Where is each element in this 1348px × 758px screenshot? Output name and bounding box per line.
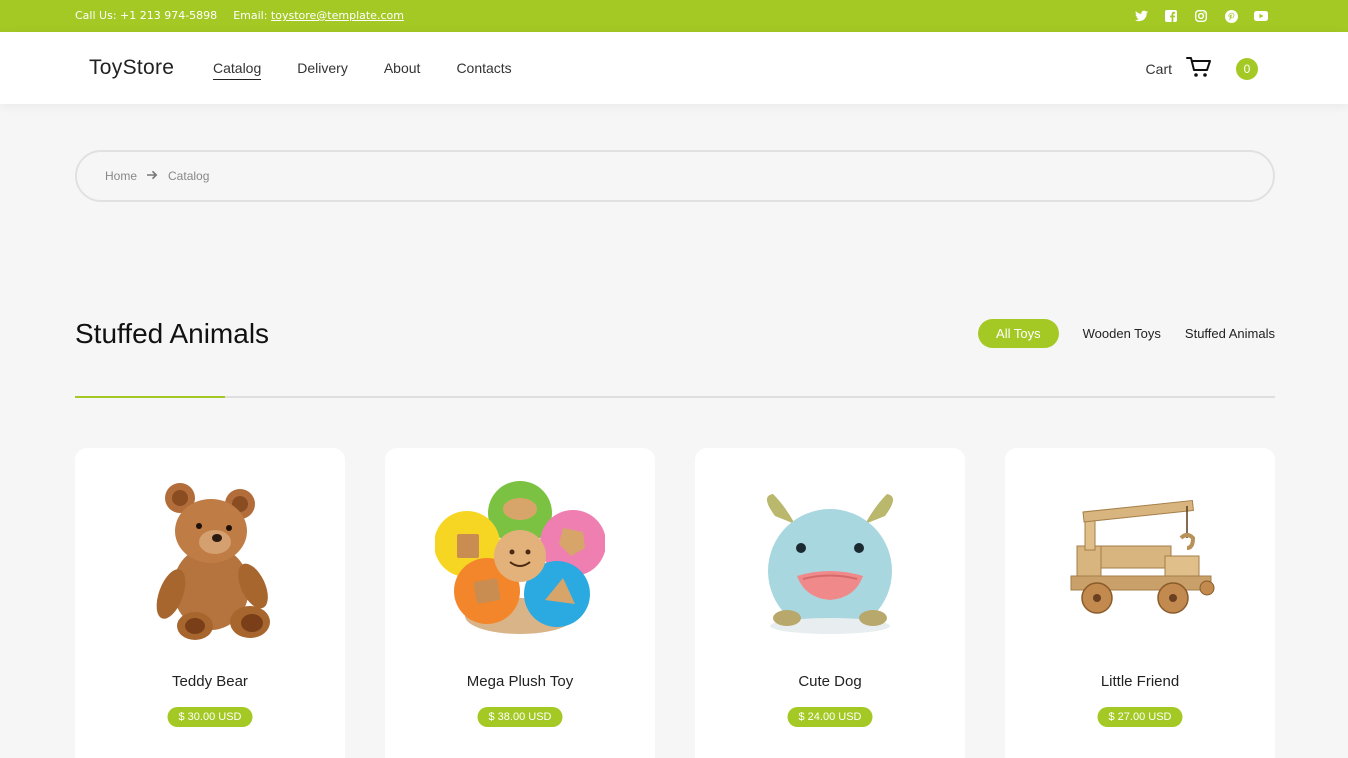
arrow-right-icon [147, 169, 158, 183]
email-text: Email: toystore@template.com [233, 9, 404, 22]
nav-item-contacts[interactable]: Contacts [456, 60, 511, 80]
shopping-cart-icon[interactable] [1186, 56, 1212, 81]
top-bar: Call Us: +1 213 974-5898 Email: toystore… [0, 0, 1348, 32]
breadcrumb-home[interactable]: Home [105, 169, 137, 183]
cart-label[interactable]: Cart [1146, 61, 1172, 77]
product-card[interactable]: Cute Dog $ 24.00 USD [695, 448, 965, 758]
youtube-icon[interactable] [1254, 9, 1268, 23]
breadcrumb-current: Catalog [168, 169, 210, 183]
filter-wooden-toys[interactable]: Wooden Toys [1083, 326, 1161, 341]
main-nav: Catalog Delivery About Contacts [213, 60, 512, 80]
product-name[interactable]: Cute Dog [695, 673, 965, 690]
product-price: $ 24.00 USD [787, 707, 873, 727]
wooden-truck-image[interactable] [1055, 476, 1225, 646]
site-logo[interactable]: ToyStore [89, 56, 174, 80]
phone-text: Call Us: +1 213 974-5898 [75, 9, 218, 22]
plush-monster-image[interactable] [745, 476, 915, 646]
instagram-icon[interactable] [1194, 9, 1208, 23]
facebook-icon[interactable] [1164, 9, 1178, 23]
social-links [1134, 9, 1268, 23]
product-name[interactable]: Teddy Bear [75, 673, 345, 690]
email-link[interactable]: toystore@template.com [271, 9, 404, 22]
pinterest-icon[interactable] [1224, 9, 1238, 23]
filter-stuffed-animals[interactable]: Stuffed Animals [1185, 326, 1275, 341]
email-prefix: Email: [233, 9, 268, 22]
product-card[interactable]: Mega Plush Toy $ 38.00 USD [385, 448, 655, 758]
twitter-icon[interactable] [1134, 9, 1148, 23]
category-filters: All Toys Wooden Toys Stuffed Animals [978, 319, 1275, 348]
filter-all-toys[interactable]: All Toys [978, 319, 1059, 348]
section-divider [75, 396, 1275, 398]
product-name[interactable]: Mega Plush Toy [385, 673, 655, 690]
cart-widget[interactable]: Cart 0 [1146, 56, 1258, 81]
teddy-bear-image[interactable] [125, 476, 295, 646]
nav-item-catalog[interactable]: Catalog [213, 60, 262, 80]
cart-count-badge: 0 [1236, 57, 1258, 80]
product-price: $ 38.00 USD [477, 707, 563, 727]
product-card[interactable]: Teddy Bear $ 30.00 USD [75, 448, 345, 758]
contact-info: Call Us: +1 213 974-5898 Email: toystore… [75, 9, 404, 22]
page-title: Stuffed Animals [75, 318, 270, 349]
site-header: ToyStore Catalog Delivery About Contacts… [0, 32, 1348, 104]
product-grid: Teddy Bear $ 30.00 USD Mega Plush Toy $ … [75, 448, 1275, 758]
nav-item-delivery[interactable]: Delivery [297, 60, 348, 80]
shape-sorter-image[interactable] [435, 476, 605, 646]
product-price: $ 30.00 USD [167, 707, 253, 727]
product-price: $ 27.00 USD [1097, 707, 1183, 727]
divider-accent [75, 396, 225, 398]
product-name[interactable]: Little Friend [1005, 673, 1275, 690]
product-card[interactable]: Little Friend $ 27.00 USD [1005, 448, 1275, 758]
nav-item-about[interactable]: About [384, 60, 421, 80]
breadcrumb: Home Catalog [75, 150, 1275, 202]
